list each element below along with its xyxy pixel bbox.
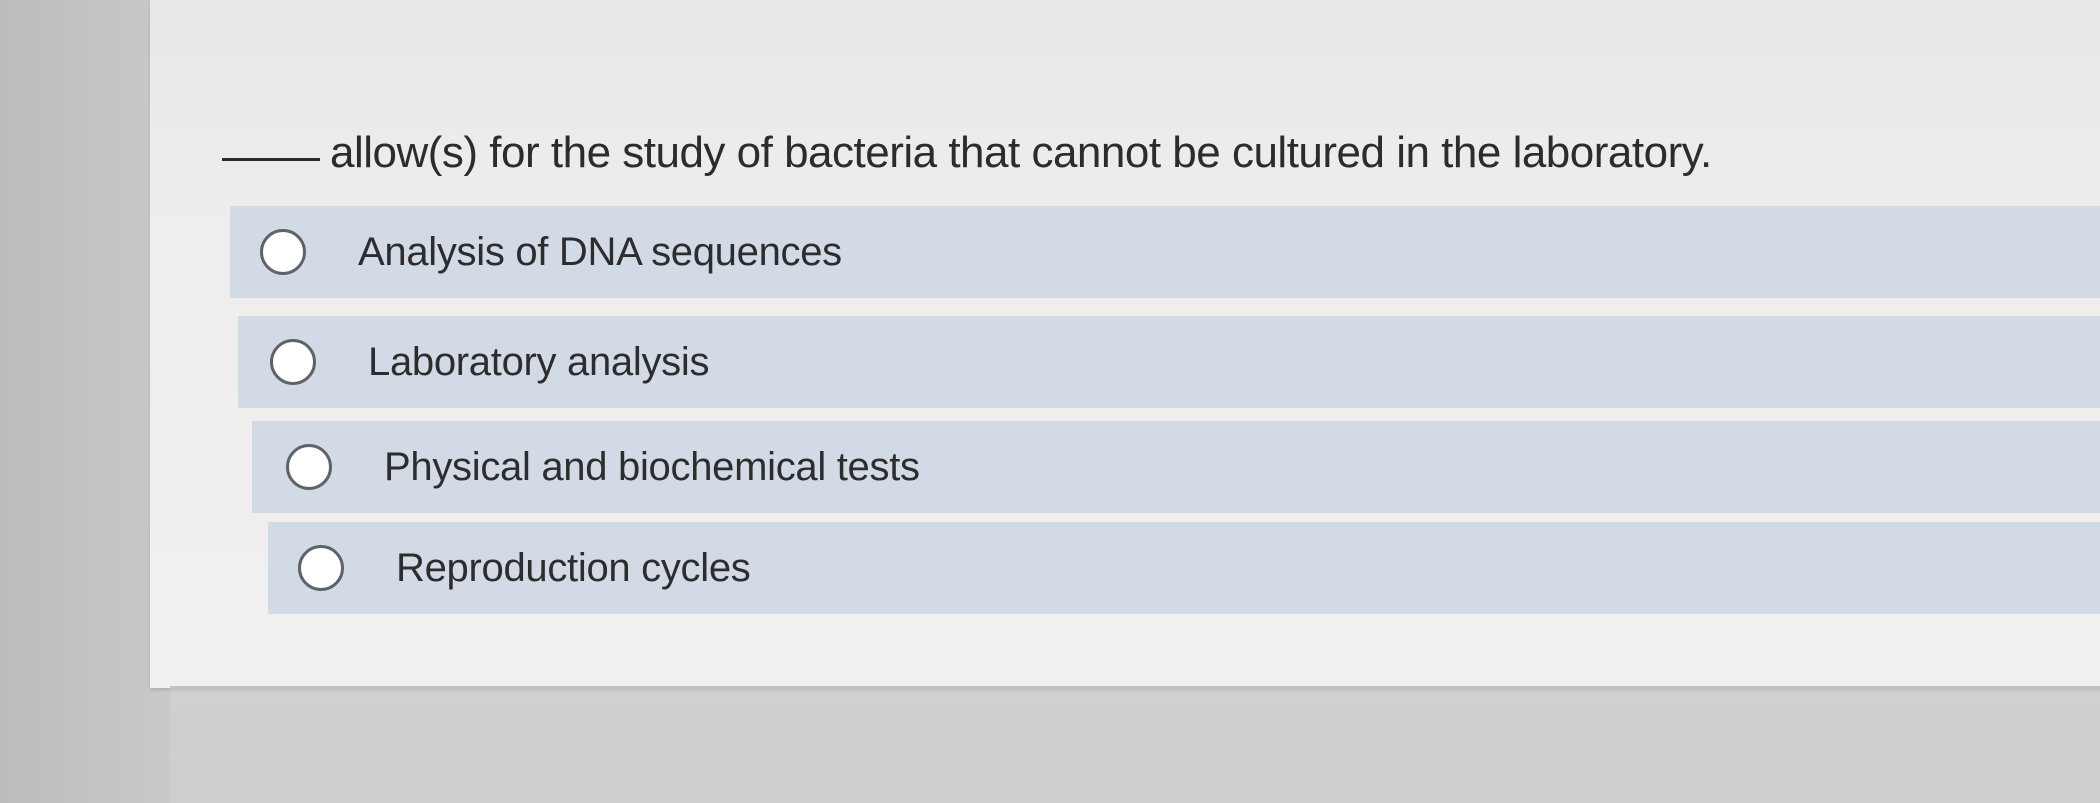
fill-in-blank: [222, 158, 320, 161]
answer-option-2[interactable]: Laboratory analysis: [238, 316, 2100, 408]
answer-option-3[interactable]: Physical and biochemical tests: [252, 421, 2100, 513]
radio-button-icon[interactable]: [270, 339, 316, 385]
answer-option-label: Laboratory analysis: [368, 339, 710, 384]
background-left-edge: [0, 0, 170, 803]
radio-button-icon[interactable]: [298, 545, 344, 591]
card-divider: [170, 686, 2100, 689]
answer-option-1[interactable]: Analysis of DNA sequences: [230, 206, 2100, 298]
answer-option-label: Analysis of DNA sequences: [358, 229, 842, 274]
answer-option-4[interactable]: Reproduction cycles: [268, 522, 2100, 614]
radio-button-icon[interactable]: [286, 444, 332, 490]
radio-button-icon[interactable]: [260, 229, 306, 275]
answer-option-label: Physical and biochemical tests: [384, 444, 920, 489]
question-text: allow(s) for the study of bacteria that …: [330, 128, 1712, 177]
question-prompt: allow(s) for the study of bacteria that …: [222, 128, 2022, 178]
answer-option-label: Reproduction cycles: [396, 545, 751, 590]
